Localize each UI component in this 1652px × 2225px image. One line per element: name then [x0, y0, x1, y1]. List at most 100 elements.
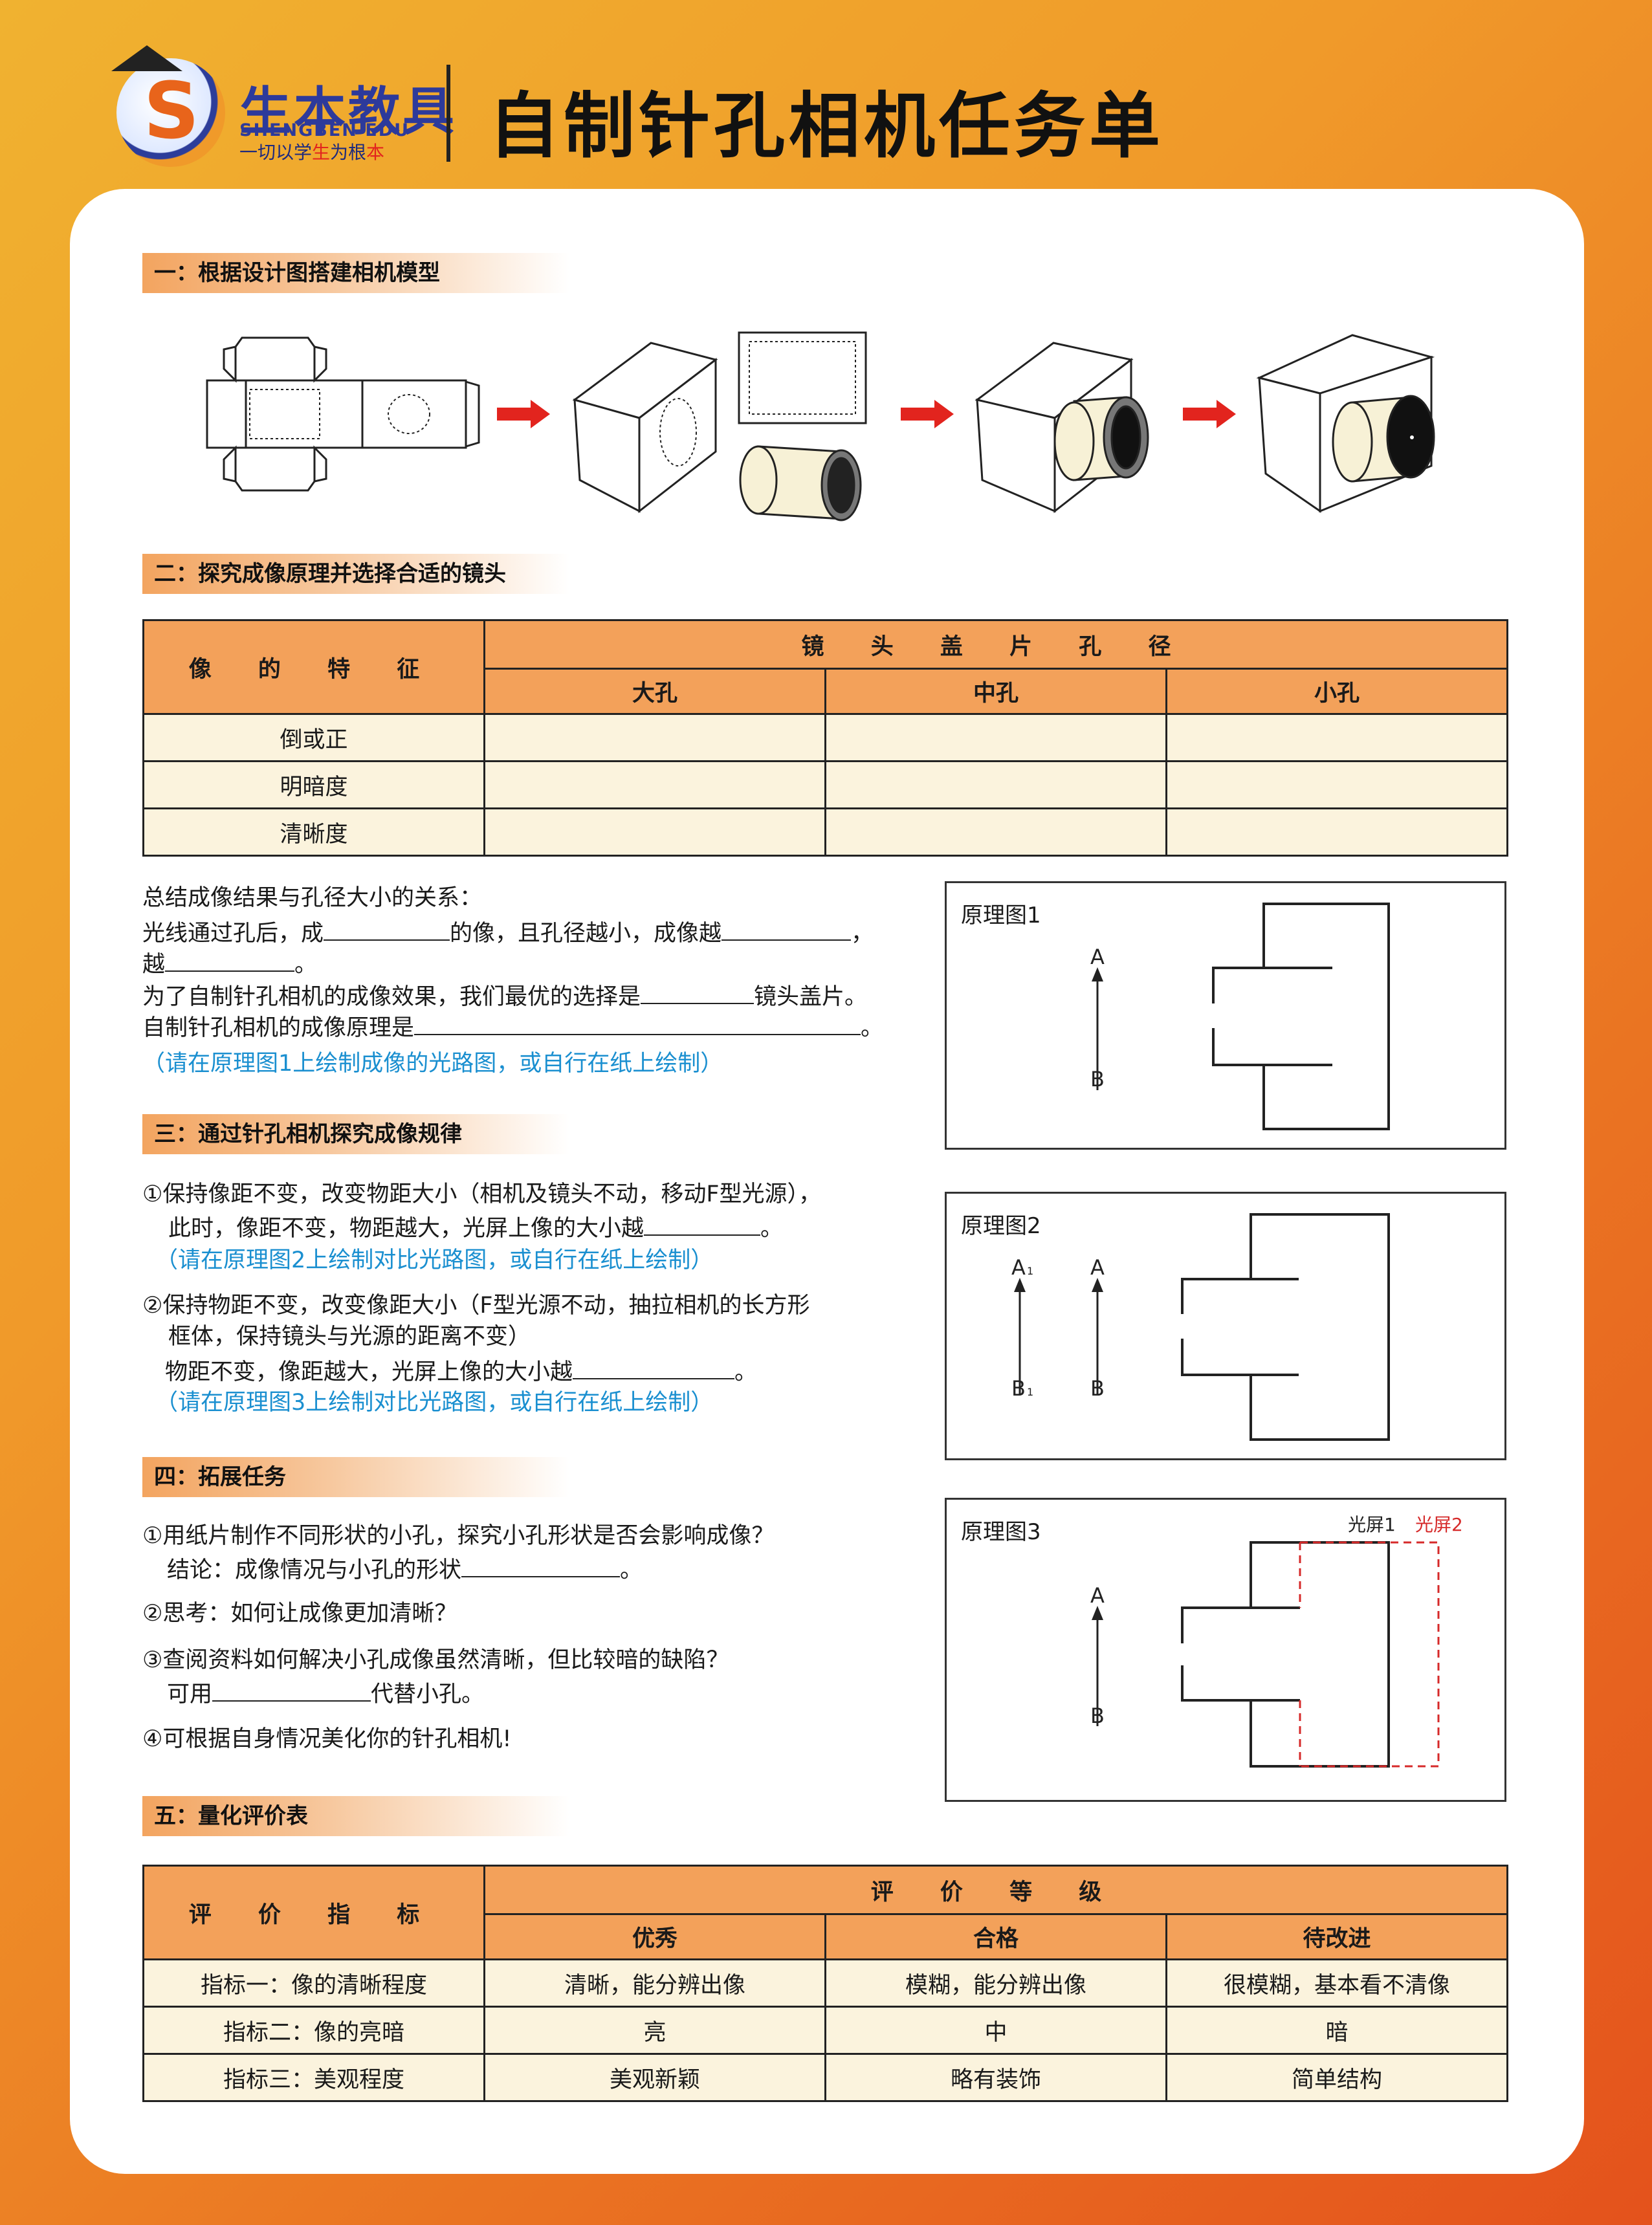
point-a-label: A — [1090, 945, 1105, 969]
answer-cell[interactable] — [483, 713, 826, 762]
diagram-3-drawing: A B 光屏1 光屏2 — [1090, 1514, 1463, 1768]
pinhole-camera-outline — [1181, 1213, 1390, 1441]
column-header: 合格 — [824, 1913, 1167, 1960]
point-b1-label: B — [1011, 1376, 1026, 1401]
paper-tube-drawing — [739, 445, 862, 521]
point-a1-subscript: 1 — [1027, 1265, 1033, 1277]
table-row: 指标一：像的清晰程度 清晰，能分辨出像 模糊，能分辨出像 很模糊，基本看不清像 — [142, 1958, 1509, 2008]
table-row-header: 像 的 特 征 — [142, 619, 485, 715]
summary-line-4: 自制针孔相机的成像原理是 。 — [142, 1011, 883, 1044]
answer-cell[interactable] — [1165, 807, 1508, 857]
fill-blank[interactable] — [573, 1355, 735, 1379]
fill-blank[interactable] — [414, 1011, 861, 1035]
extension-q1-line-1: ①用纸片制作不同形状的小孔，探究小孔形状是否会影响成像？ — [142, 1523, 775, 1549]
arrow-icon — [1183, 400, 1236, 428]
extension-q4: ④可根据自身情况美化你的针孔相机! — [142, 1726, 512, 1752]
diagram-1-drawing: A B — [1090, 903, 1390, 1130]
table-cell: 很模糊，基本看不清像 — [1165, 1958, 1509, 2008]
observation-table: 像 的 特 征 镜 头 盖 片 孔 径 大孔 中孔 小孔 倒或正 明暗度 清晰度 — [142, 619, 1508, 857]
answer-cell[interactable] — [483, 760, 826, 809]
table-cell: 中 — [824, 2006, 1167, 2055]
fill-blank[interactable] — [641, 980, 754, 1004]
page-title: 自制针孔相机任务单 — [489, 85, 1164, 168]
brand-name-en: SHENGBEN EDU — [239, 120, 410, 140]
section-1-heading: 一：根据设计图搭建相机模型 — [142, 253, 569, 293]
answer-cell[interactable] — [824, 760, 1167, 809]
text-span: 。 — [294, 952, 318, 978]
summary-line-1: 光线通过孔后，成 的像，且孔径越小，成像越 ， — [142, 916, 874, 949]
diagram-3: 原理图3 A B 光屏1 光屏2 — [945, 1498, 1506, 1802]
answer-cell[interactable] — [1165, 760, 1508, 809]
text-span: 。 — [760, 1216, 784, 1242]
table-cell: 暗 — [1165, 2006, 1509, 2055]
task-1-line-2: 此时，像距不变，物距越大，光屏上像的大小越 。 — [168, 1211, 783, 1244]
section-5-heading: 五：量化评价表 — [142, 1796, 569, 1836]
text-span: 的像，且孔径越小，成像越 — [450, 921, 722, 947]
table-cell: 指标二：像的亮暗 — [142, 2006, 485, 2055]
text-span: 此时，像距不变，物距越大，光屏上像的大小越 — [168, 1216, 644, 1242]
summary-line-3: 为了自制针孔相机的成像效果，我们最优的选择是 镜头盖片。 — [142, 980, 867, 1013]
text-span: 物距不变，像距越大，光屏上像的大小越 — [165, 1359, 573, 1385]
table-cell: 指标一：像的清晰程度 — [142, 1958, 485, 2008]
text-span: 代替小孔。 — [371, 1682, 485, 1707]
section-3-heading: 三：通过针孔相机探究成像规律 — [142, 1114, 569, 1154]
fill-blank[interactable] — [324, 916, 450, 941]
table-cell: 模糊，能分辨出像 — [824, 1958, 1167, 2008]
point-a1-label: A — [1011, 1255, 1026, 1280]
diagram-2-drawing: A 1 A B 1 B — [1011, 1213, 1390, 1441]
answer-cell[interactable] — [483, 807, 826, 857]
hint-text: （请在原理图3上绘制对比光路图，或自行在纸上绘制） — [155, 1390, 714, 1416]
pinhole-camera-outline — [1212, 903, 1390, 1130]
fill-blank[interactable] — [212, 1677, 371, 1702]
table-row-header: 评 价 指 标 — [142, 1865, 485, 1960]
screen-2-outline — [1299, 1541, 1440, 1768]
answer-cell[interactable] — [1165, 713, 1508, 762]
text-span: 自制针孔相机的成像原理是 — [142, 1015, 415, 1041]
summary-line-2: 越。 — [142, 947, 317, 980]
header-divider — [446, 65, 450, 162]
table-row: 明暗度 — [142, 760, 1508, 809]
extension-q2: ②思考：如何让成像更加清晰？ — [142, 1601, 457, 1627]
table-group-header: 评 价 等 级 — [483, 1865, 1509, 1915]
section-2-heading: 二：探究成像原理并选择合适的镜头 — [142, 554, 569, 594]
text-span: 。 — [620, 1557, 643, 1583]
pinhole-camera-outline — [1181, 1541, 1390, 1768]
extension-q1-line-2: 结论：成像情况与小孔的形状 。 — [167, 1553, 643, 1586]
table-cell: 美观新颖 — [483, 2053, 826, 2102]
camera-build-steps-illustration — [206, 331, 1435, 521]
slogan-part: 生 — [312, 142, 331, 163]
text-span: 可用 — [167, 1682, 213, 1707]
point-a-label: A — [1090, 1255, 1105, 1280]
arrow-icon — [497, 400, 550, 428]
point-b-label: B — [1090, 1376, 1105, 1401]
column-header: 大孔 — [483, 668, 826, 715]
row-label: 明暗度 — [142, 760, 485, 809]
fill-blank[interactable] — [461, 1553, 621, 1577]
arrow-icon — [901, 400, 954, 428]
task-2-line-3: 物距不变，像距越大，光屏上像的大小越 。 — [165, 1355, 757, 1388]
answer-cell[interactable] — [824, 713, 1167, 762]
table-group-header: 镜 头 盖 片 孔 径 — [483, 619, 1508, 670]
slogan-part: 为根 — [330, 142, 367, 163]
camera-with-lens-drawing — [975, 342, 1149, 514]
column-header: 优秀 — [483, 1913, 826, 1960]
fill-blank[interactable] — [721, 916, 852, 941]
slogan-part: 一切以学 — [239, 142, 313, 163]
answer-cell[interactable] — [824, 807, 1167, 857]
fill-blank[interactable] — [644, 1211, 761, 1236]
text-span: 镜头盖片。 — [754, 984, 868, 1010]
text-span: 。 — [861, 1015, 884, 1041]
hint-text: （请在原理图2上绘制对比光路图，或自行在纸上绘制） — [155, 1247, 714, 1273]
text-span: 。 — [734, 1359, 758, 1385]
brand-slogan: 一切以学生为根本 — [239, 138, 384, 164]
task-2-line-2: 框体，保持镜头与光源的距离不变） — [168, 1324, 531, 1350]
table-cell: 指标三：美观程度 — [142, 2053, 485, 2102]
point-b1-subscript: 1 — [1027, 1386, 1033, 1398]
table-cell: 清晰，能分辨出像 — [483, 1958, 826, 2008]
column-header: 小孔 — [1165, 668, 1508, 715]
fill-blank[interactable] — [165, 947, 295, 972]
table-row: 指标三：美观程度 美观新颖 略有装饰 简单结构 — [142, 2053, 1509, 2102]
lens-card-drawing — [738, 331, 867, 424]
hint-text: （请在原理图1上绘制成像的光路图，或自行在纸上绘制） — [142, 1051, 723, 1077]
box-net-drawing — [206, 336, 480, 492]
